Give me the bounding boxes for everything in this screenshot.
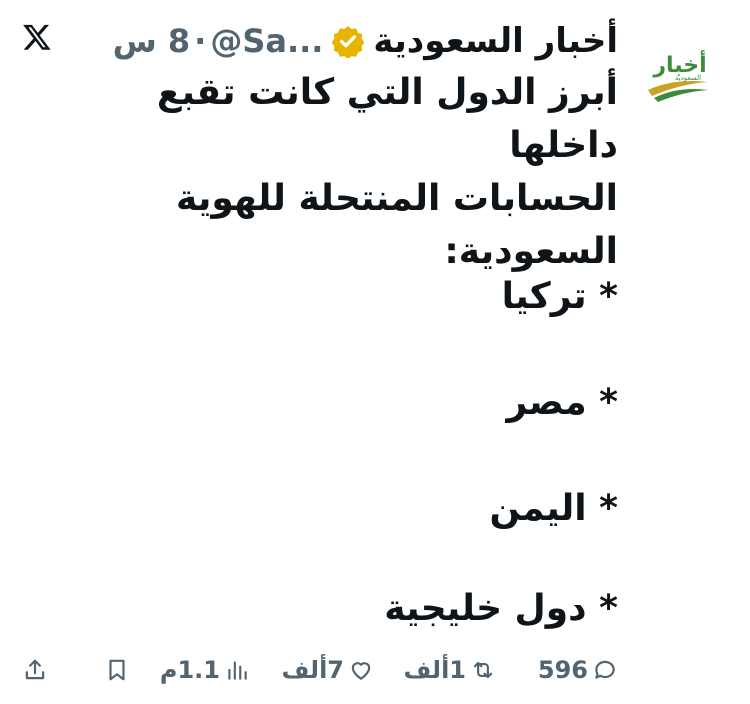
bookmark-button[interactable] bbox=[104, 648, 130, 692]
bookmark-icon bbox=[109, 659, 125, 681]
x-logo-icon bbox=[22, 22, 52, 52]
share-upload-icon bbox=[25, 659, 45, 680]
reply-count: 596 bbox=[537, 656, 588, 684]
retweet-icon bbox=[473, 661, 493, 679]
tweet-line: الحسابات المنتحلة للهوية bbox=[176, 178, 618, 219]
news-logo-icon: أخبار السعودية bbox=[648, 49, 708, 102]
tweet-bullet: * اليمن bbox=[489, 488, 618, 529]
heart-icon bbox=[351, 662, 371, 680]
tweet-body: أبرز الدول التي كانت تقبع داخلها الحسابا… bbox=[98, 66, 618, 278]
tweet-bullet: * تركيا bbox=[501, 276, 618, 317]
retweet-button[interactable]: 1ألف bbox=[403, 648, 496, 692]
tweet-separator: · bbox=[194, 22, 207, 60]
tweet-time[interactable]: 8 س bbox=[113, 22, 191, 60]
reply-button[interactable]: 596 bbox=[538, 648, 618, 692]
retweet-count: 1ألف bbox=[403, 656, 466, 684]
author-name[interactable]: أخبار السعودية bbox=[373, 21, 618, 61]
tweet-card[interactable]: أخبار السعودية أخبار السعودية @Sa... · 8… bbox=[0, 0, 750, 704]
views-button[interactable]: 1.1م bbox=[160, 648, 250, 692]
like-count: 7ألف bbox=[281, 656, 344, 684]
share-button[interactable] bbox=[22, 648, 48, 692]
tweet-bullet: * مصر bbox=[506, 382, 618, 423]
verified-badge-icon bbox=[331, 24, 365, 58]
bar-chart-icon bbox=[228, 661, 247, 680]
tweet-bullet: * دول خليجية bbox=[384, 588, 618, 629]
avatar[interactable]: أخبار السعودية bbox=[644, 44, 712, 108]
views-count: 1.1م bbox=[159, 656, 220, 684]
tweet-action-bar: 596 1ألف 7ألف 1.1م bbox=[0, 648, 750, 692]
tweet-header: أخبار السعودية @Sa... · 8 س bbox=[113, 16, 618, 66]
svg-text:السعودية: السعودية bbox=[675, 74, 701, 82]
like-button[interactable]: 7ألف bbox=[281, 648, 374, 692]
speech-bubble-icon bbox=[595, 660, 615, 679]
author-handle[interactable]: @Sa... bbox=[210, 22, 323, 60]
tweet-line: أبرز الدول التي كانت تقبع داخلها bbox=[156, 72, 618, 166]
